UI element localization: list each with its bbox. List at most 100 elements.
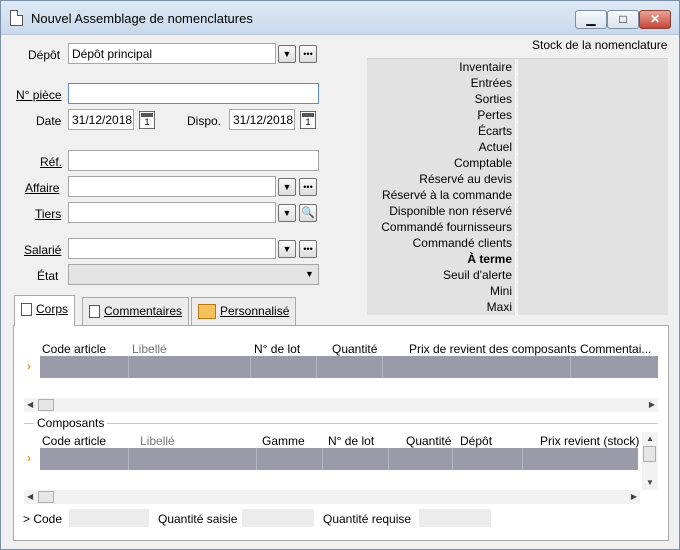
col-lot[interactable]: N° de lot (254, 342, 300, 356)
etat-label: État (37, 269, 59, 283)
composants-table-row[interactable] (40, 448, 638, 470)
scroll-up-icon[interactable]: ▲ (646, 434, 654, 443)
stock-row: Maxi (367, 299, 668, 315)
tiers-search-icon[interactable]: 🔍 (299, 204, 317, 222)
scroll-down-icon[interactable]: ▼ (646, 478, 654, 487)
scroll-left-icon[interactable]: ◀ (27, 400, 33, 409)
stock-row-value (518, 299, 668, 315)
stock-row-label: Actuel (367, 139, 516, 155)
stock-row-label: Maxi (367, 299, 516, 315)
col-quantite[interactable]: Quantité (332, 342, 377, 356)
date-calendar-icon[interactable]: 1 (139, 111, 155, 129)
stock-row-label: Entrées (367, 75, 516, 91)
composants-horizontal-scrollbar[interactable]: ◀ ▶ (24, 490, 640, 504)
quantite-saisie-label: Quantité saisie (158, 512, 238, 526)
stock-row: Mini (367, 283, 668, 299)
dispo-calendar-icon[interactable]: 1 (300, 111, 316, 129)
stock-table: Inventaire Entrées Sorties Pertes Écarts Actu… (367, 58, 668, 315)
col-lot[interactable]: N° de lot (328, 434, 374, 448)
dispo-label: Dispo. (187, 114, 222, 128)
composants-vertical-scrollbar[interactable]: ▲ ▼ (642, 432, 658, 490)
tiers-dropdown-button[interactable]: ▼ (278, 204, 296, 222)
affaire-dropdown-button[interactable]: ▼ (278, 178, 296, 196)
ref-label: Réf. (40, 155, 63, 169)
salarie-dropdown-button[interactable]: ▼ (278, 240, 296, 258)
stock-row: Commandé clients (367, 235, 668, 251)
assemblage-window: Nouvel Assemblage de nomenclatures ▁ □ ✕… (0, 0, 680, 550)
col-commentaire[interactable]: Commentai... (580, 342, 651, 356)
title-bar: Nouvel Assemblage de nomenclatures ▁ □ ✕ (1, 1, 679, 35)
page-icon (21, 303, 32, 317)
scroll-thumb[interactable] (38, 491, 54, 503)
tiers-label: Tiers (35, 207, 62, 221)
etat-chevron-down-icon[interactable]: ▼ (305, 269, 314, 279)
stock-row-value (518, 283, 668, 299)
dispo-input[interactable]: 31/12/2018 (229, 109, 295, 130)
depot-select[interactable]: Dépôt principal (68, 43, 276, 64)
col-gamme[interactable]: Gamme (262, 434, 305, 448)
stock-row-value (518, 267, 668, 283)
affaire-select[interactable] (68, 176, 276, 197)
maximize-button[interactable]: □ (607, 10, 639, 29)
stock-row-label: Pertes (367, 107, 516, 123)
scroll-thumb[interactable] (643, 446, 656, 462)
scroll-right-icon[interactable]: ▶ (631, 492, 637, 501)
salarie-select[interactable] (68, 238, 276, 259)
col-prix-revient-stock[interactable]: Prix revient (stock) (540, 434, 639, 448)
composants-divider (24, 423, 658, 424)
date-label: Date (36, 114, 62, 128)
depot-more-button[interactable]: ••• (299, 45, 317, 63)
col-quantite[interactable]: Quantité (406, 434, 451, 448)
quantite-saisie-value (242, 509, 314, 527)
piece-input[interactable] (68, 83, 319, 104)
stock-row-label: Réservé à la commande (367, 187, 516, 203)
code-value (69, 509, 149, 527)
depot-label: Dépôt (28, 48, 61, 62)
stock-row-label: Commandé clients (367, 235, 516, 251)
stock-row-value (518, 251, 668, 267)
stock-row-label: Inventaire (367, 59, 516, 75)
corps-table-row[interactable] (40, 356, 658, 378)
col-prix-revient[interactable]: Prix de revient des composants (409, 342, 576, 356)
corps-horizontal-scrollbar[interactable]: ◀ ▶ (24, 398, 658, 412)
scroll-right-icon[interactable]: ▶ (649, 400, 655, 409)
stock-row: Seuil d'alerte (367, 267, 668, 283)
minimize-button[interactable]: ▁ (575, 10, 607, 29)
stock-row-value (518, 187, 668, 203)
col-code-article[interactable]: Code article (42, 342, 106, 356)
quantite-requise-label: Quantité requise (323, 512, 412, 526)
ref-input[interactable] (68, 150, 319, 171)
stock-row-value (518, 107, 668, 123)
stock-row-label: Sorties (367, 91, 516, 107)
stock-row-value (518, 123, 668, 139)
stock-row: Entrées (367, 75, 668, 91)
document-icon (10, 10, 23, 26)
scroll-thumb[interactable] (38, 399, 54, 411)
depot-dropdown-button[interactable]: ▼ (278, 45, 296, 63)
tab-personnalise[interactable]: Personnalisé (191, 297, 297, 325)
stock-row-label: Seuil d'alerte (367, 267, 516, 283)
stock-row-value (518, 91, 668, 107)
stock-row-value (518, 171, 668, 187)
stock-row: Disponible non réservé (367, 203, 668, 219)
salarie-more-button[interactable]: ••• (299, 240, 317, 258)
col-libelle[interactable]: Libellé (132, 342, 167, 356)
tab-commentaires[interactable]: Commentaires (82, 297, 190, 325)
stock-row-label: Mini (367, 283, 516, 299)
code-label: > Code (23, 512, 63, 526)
etat-select[interactable] (68, 264, 319, 285)
tab-corps[interactable]: Corps (14, 295, 76, 326)
col-libelle[interactable]: Libellé (140, 434, 175, 448)
scroll-left-icon[interactable]: ◀ (27, 492, 33, 501)
page-icon (89, 305, 100, 319)
stock-row-value (518, 219, 668, 235)
composants-label: Composants (34, 416, 108, 430)
date-input[interactable]: 31/12/2018 (68, 109, 134, 130)
close-button[interactable]: ✕ (639, 10, 671, 29)
stock-title: Stock de la nomenclature (532, 38, 668, 52)
col-code-article[interactable]: Code article (42, 434, 106, 448)
affaire-more-button[interactable]: ••• (299, 178, 317, 196)
stock-row: Comptable (367, 155, 668, 171)
col-depot[interactable]: Dépôt (460, 434, 492, 448)
tiers-select[interactable] (68, 202, 276, 223)
